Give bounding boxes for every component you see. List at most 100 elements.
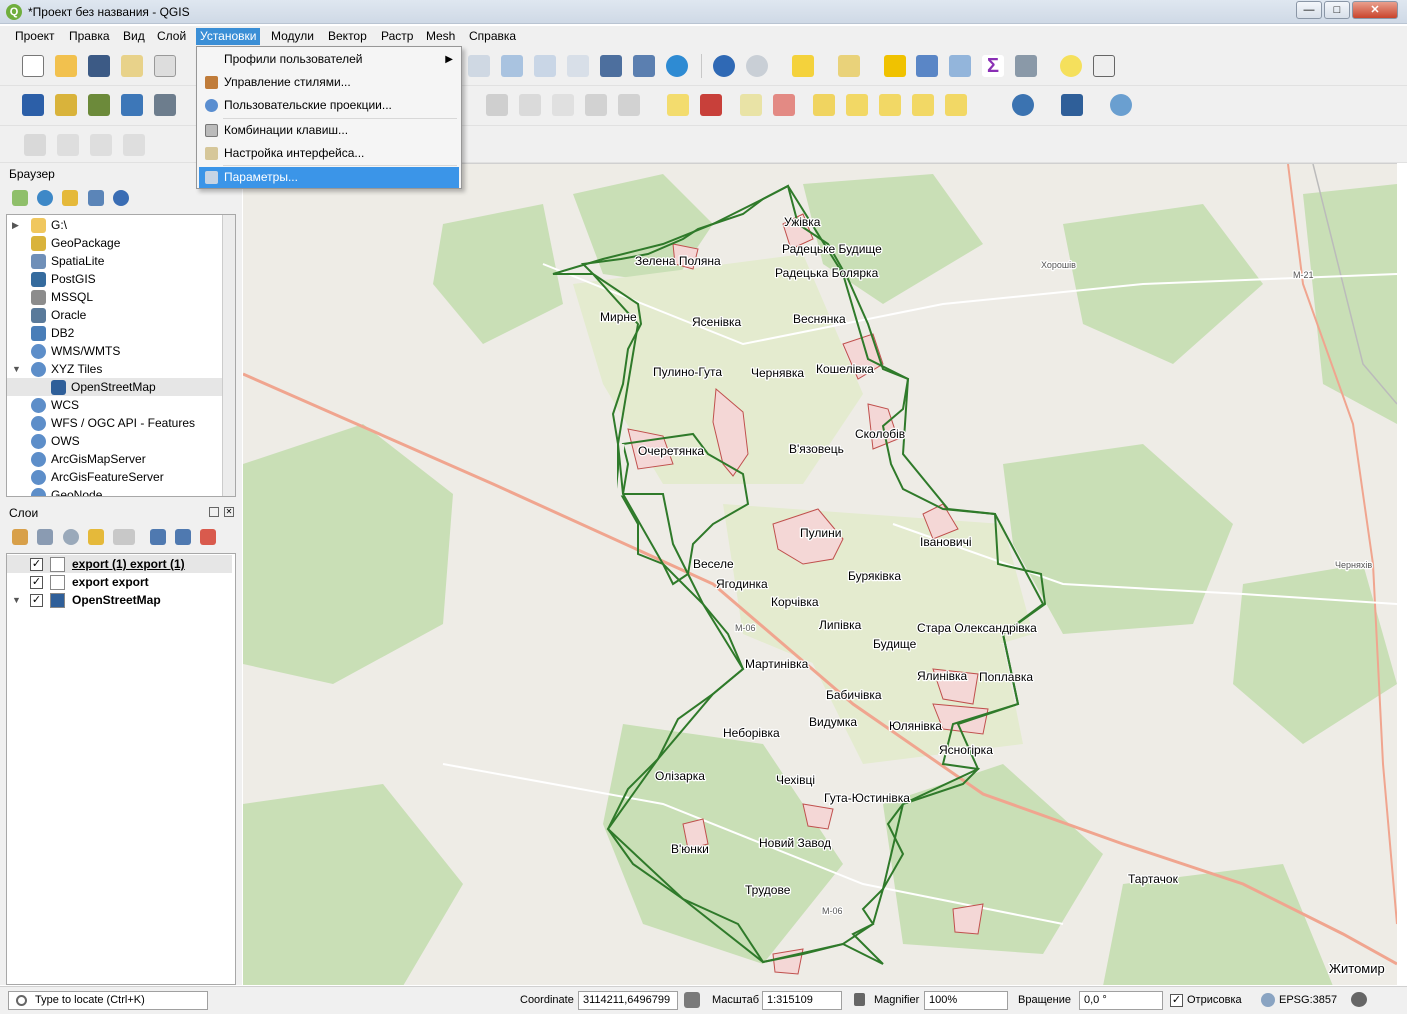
browser-item[interactable]: WFS / OGC API - Features: [7, 414, 222, 432]
browser-item[interactable]: MSSQL: [7, 288, 222, 306]
attribute-table-icon[interactable]: [916, 55, 938, 77]
copy-icon[interactable]: [519, 94, 541, 116]
minimize-button[interactable]: —: [1296, 1, 1322, 19]
magnifier-field[interactable]: 100%: [924, 991, 1008, 1010]
browser-item[interactable]: WCS: [7, 396, 222, 414]
label-pin-icon[interactable]: [740, 94, 762, 116]
label-properties-icon[interactable]: [945, 94, 967, 116]
edit-toggle-icon[interactable]: [154, 94, 176, 116]
collapsed-arrow-icon[interactable]: ▶: [12, 216, 19, 234]
filter-icon[interactable]: [62, 190, 78, 206]
map-canvas[interactable]: Ужівка Радецьке Будище Зелена Поляна Радець…: [243, 163, 1397, 985]
scale-field[interactable]: 1:315109: [762, 991, 842, 1010]
lock-scale-icon[interactable]: [854, 993, 865, 1006]
browser-item[interactable]: ArcGisMapServer: [7, 450, 222, 468]
browser-item[interactable]: WMS/WMTS: [7, 342, 222, 360]
new-geopackage-icon[interactable]: [55, 94, 77, 116]
remove-layer-icon[interactable]: [200, 529, 216, 545]
browser-item[interactable]: ArcGisFeatureServer: [7, 468, 222, 486]
expression-filter-icon[interactable]: [113, 529, 135, 545]
menu-view[interactable]: Вид: [119, 28, 149, 45]
add-point-icon[interactable]: [24, 134, 46, 156]
expand-all-icon[interactable]: [150, 529, 166, 545]
close-button[interactable]: ✕: [1352, 1, 1398, 19]
menu-raster[interactable]: Растр: [377, 28, 417, 45]
text-annotation-icon[interactable]: [1093, 55, 1115, 77]
help-icon[interactable]: [1061, 94, 1083, 116]
python-console-icon[interactable]: [1012, 94, 1034, 116]
new-shapefile-icon[interactable]: [88, 94, 110, 116]
coordinate-field[interactable]: 3114211,6496799: [578, 991, 678, 1010]
browser-item[interactable]: OpenStreetMap: [7, 378, 222, 396]
collapse-layers-icon[interactable]: [175, 529, 191, 545]
browser-item[interactable]: OWS: [7, 432, 222, 450]
bookmark-icon[interactable]: [633, 55, 655, 77]
refresh-browser-icon[interactable]: [37, 190, 53, 206]
georeferencer-icon[interactable]: [1110, 94, 1132, 116]
cut-icon[interactable]: [486, 94, 508, 116]
select-by-value-icon[interactable]: [838, 55, 860, 77]
zoom-selection-icon[interactable]: [600, 55, 622, 77]
menu-edit[interactable]: Правка: [65, 28, 114, 45]
deselect-icon[interactable]: [884, 55, 906, 77]
measure-icon[interactable]: [746, 55, 768, 77]
browser-item[interactable]: ▼ XYZ Tiles: [7, 360, 222, 378]
print-layout-icon[interactable]: [154, 55, 176, 77]
maximize-button[interactable]: □: [1324, 1, 1350, 19]
rotate-label-icon[interactable]: [879, 94, 901, 116]
move-label-icon[interactable]: [813, 94, 835, 116]
select-features-icon[interactable]: [792, 55, 814, 77]
layer-item[interactable]: ✓ export (1) export (1): [7, 555, 232, 573]
render-checkbox[interactable]: ✓: [1170, 994, 1183, 1007]
float-panel-icon[interactable]: [209, 507, 219, 517]
menu-vector[interactable]: Вектор: [324, 28, 371, 45]
layer-style-icon[interactable]: [12, 529, 28, 545]
menu-layer[interactable]: Слой: [153, 28, 190, 45]
identify-icon[interactable]: [713, 55, 735, 77]
browser-item[interactable]: SpatiaLite: [7, 252, 222, 270]
zoom-layer-icon[interactable]: [567, 55, 589, 77]
browser-item[interactable]: GeoNode: [7, 486, 222, 496]
filter-legend-icon[interactable]: [88, 529, 104, 545]
paste-icon[interactable]: [552, 94, 574, 116]
vertex-tool-icon[interactable]: [123, 134, 145, 156]
menu-project[interactable]: Проект: [11, 28, 59, 45]
browser-item[interactable]: ▶ G:\: [7, 216, 222, 234]
toggle-extents-icon[interactable]: [684, 992, 700, 1008]
menu-settings[interactable]: Установки: [196, 28, 261, 45]
digitize-icon[interactable]: [121, 94, 143, 116]
zoom-out-icon[interactable]: [534, 55, 556, 77]
refresh-icon[interactable]: [666, 55, 688, 77]
statistics-sigma-icon[interactable]: Σ: [982, 55, 1004, 77]
close-panel-icon[interactable]: ✕: [224, 507, 234, 517]
redo-icon[interactable]: [618, 94, 640, 116]
crs-button[interactable]: EPSG:3857: [1279, 994, 1337, 1006]
browser-item[interactable]: PostGIS: [7, 270, 222, 288]
save-as-icon[interactable]: [121, 55, 143, 77]
menu-item-customize-interface[interactable]: Настройка интерфейса...: [199, 143, 459, 164]
add-group-icon[interactable]: [37, 529, 53, 545]
layer-visibility-checkbox[interactable]: ✓: [30, 594, 43, 607]
label-highlight-icon[interactable]: [773, 94, 795, 116]
measure-line-icon[interactable]: [1015, 55, 1037, 77]
pan-icon[interactable]: [468, 55, 490, 77]
menu-item-keyboard-shortcuts[interactable]: Комбинации клавиш...: [199, 120, 459, 141]
save-project-icon[interactable]: [88, 55, 110, 77]
browser-item[interactable]: Oracle: [7, 306, 222, 324]
layer-visibility-checkbox[interactable]: ✓: [30, 558, 43, 571]
map-tips-icon[interactable]: [1060, 55, 1082, 77]
menu-help[interactable]: Справка: [465, 28, 520, 45]
open-project-icon[interactable]: [55, 55, 77, 77]
properties-icon[interactable]: [113, 190, 129, 206]
layer-item[interactable]: ✓ export export: [7, 573, 232, 591]
menu-mesh[interactable]: Mesh: [422, 28, 459, 45]
diagram-icon[interactable]: [700, 94, 722, 116]
layer-item[interactable]: ▼ ✓ OpenStreetMap: [7, 591, 232, 609]
messages-icon[interactable]: [1351, 992, 1367, 1007]
add-polygon-icon[interactable]: [90, 134, 112, 156]
expand-arrow-icon[interactable]: ▼: [12, 591, 21, 609]
undo-icon[interactable]: [585, 94, 607, 116]
show-label-icon[interactable]: [846, 94, 868, 116]
locator-input[interactable]: Type to locate (Ctrl+K): [8, 991, 208, 1010]
rotation-field[interactable]: 0,0 °: [1079, 991, 1163, 1010]
